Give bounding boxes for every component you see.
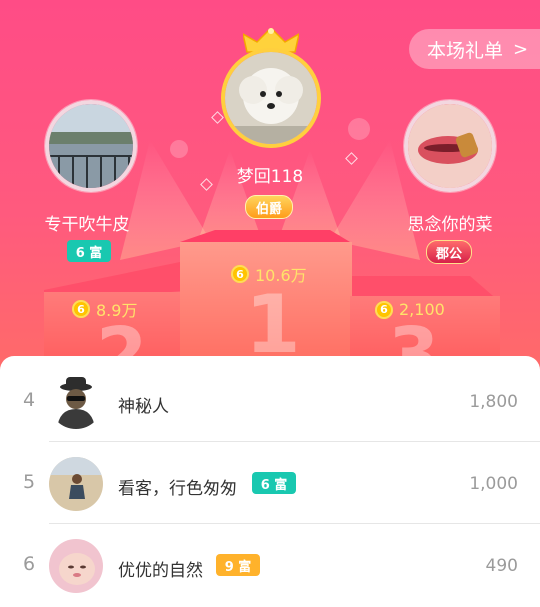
list-item[interactable]: 5 看客，行色匆匆 6 富 1,000 xyxy=(0,442,540,524)
bubble-decoration xyxy=(348,118,370,140)
third-place-name: 思念你的菜 xyxy=(407,215,493,235)
sparkle-decoration xyxy=(211,111,224,124)
list-item-score: 1,000 xyxy=(469,474,518,494)
list-item[interactable]: 4 神秘人 1,800 xyxy=(0,360,540,442)
list-item-wealth-badge: 9 富 xyxy=(216,554,260,576)
chevron-right-icon: > xyxy=(513,38,529,60)
gift-list-label: 本场礼单 xyxy=(427,39,504,62)
list-item-score: 490 xyxy=(485,556,518,576)
first-place-avatar[interactable] xyxy=(221,48,321,148)
lips-avatar-image xyxy=(408,104,492,188)
list-item-name: 看客，行色匆匆 xyxy=(118,479,237,499)
first-place-title-badge: 伯爵 xyxy=(245,195,293,219)
list-item-rank: 6 xyxy=(22,553,36,575)
second-place-avatar[interactable] xyxy=(45,100,137,192)
third-place-avatar[interactable] xyxy=(404,100,496,192)
first-place-name: 梦回118 xyxy=(236,167,304,187)
list-item-avatar xyxy=(49,457,103,511)
list-item-wealth-badge: 6 富 xyxy=(252,472,296,494)
leaderboard-screen: 本场礼单 > 梦回118 伯爵 6 10.6万 专干吹牛皮 6 富 6 8.9万… xyxy=(0,0,540,607)
list-item[interactable]: 6 优优的自然 9 富 490 xyxy=(0,524,540,606)
sparkle-decoration xyxy=(200,178,213,191)
list-item-name: 优优的自然 xyxy=(118,561,203,581)
gift-list-button[interactable]: 本场礼单 > xyxy=(409,29,540,69)
list-item-rank: 4 xyxy=(22,389,36,411)
baby-avatar-image xyxy=(49,539,103,593)
list-item-rank: 5 xyxy=(22,471,36,493)
beach-avatar-image xyxy=(49,457,103,511)
harbor-avatar-image xyxy=(49,104,133,188)
list-item-avatar xyxy=(49,539,103,593)
mystery-person-icon xyxy=(57,377,95,429)
list-item-avatar xyxy=(49,375,103,429)
sparkle-decoration xyxy=(345,152,358,165)
second-place-name: 专干吹牛皮 xyxy=(44,215,130,235)
list-item-name: 神秘人 xyxy=(118,397,169,417)
ranking-list: 4 神秘人 1,800 5 看客，行色匆匆 6 富 1,000 6 优优的自然 … xyxy=(0,356,540,607)
dog-avatar-image xyxy=(225,52,317,144)
coin-icon: 6 xyxy=(72,300,90,318)
list-item-score: 1,800 xyxy=(469,392,518,412)
third-place-title-badge: 郡公 xyxy=(426,240,472,264)
second-place-wealth-badge: 6 富 xyxy=(67,240,111,262)
bubble-decoration xyxy=(170,140,188,158)
